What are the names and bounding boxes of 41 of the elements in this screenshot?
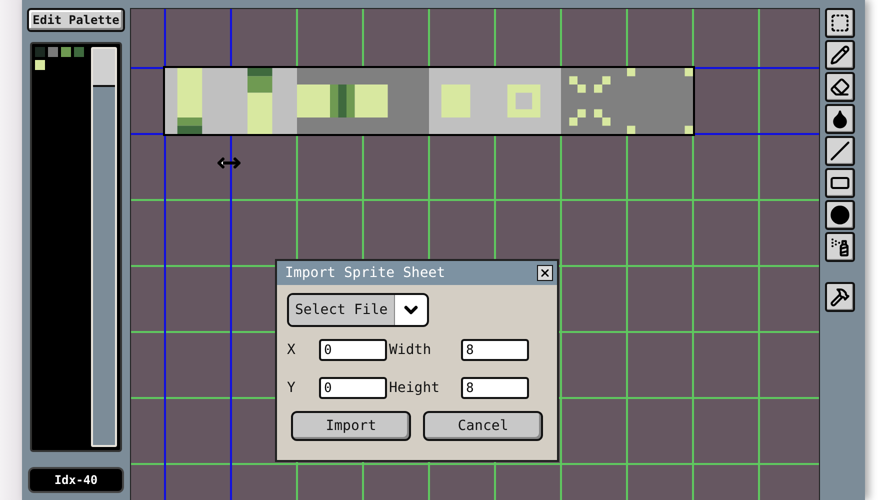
number-field[interactable]: 8 — [461, 339, 529, 361]
field-label: X — [287, 342, 296, 358]
number-field[interactable]: 8 — [461, 377, 529, 399]
eraser-icon — [830, 77, 850, 97]
color-swatch[interactable] — [35, 60, 45, 70]
canvas[interactable]: Import Sprite Sheet Select File X 0 Width 8 Y 0 Height 8 Import Cancel — [130, 8, 820, 500]
tool-button[interactable] — [825, 168, 855, 198]
edit-palette-button[interactable]: Edit Palette — [26, 8, 126, 32]
tool-button[interactable] — [825, 136, 855, 166]
color-swatch[interactable] — [61, 47, 71, 57]
tool-button[interactable] — [825, 8, 855, 38]
color-swatch[interactable] — [48, 47, 58, 57]
blob-icon — [830, 205, 850, 225]
tool-button[interactable] — [825, 72, 855, 102]
dialog-title: Import Sprite Sheet — [285, 265, 446, 281]
dialog-button[interactable]: Import — [291, 411, 411, 441]
color-swatch[interactable] — [74, 47, 84, 57]
color-index-label: Idx-40 — [28, 467, 124, 493]
tool-button[interactable] — [825, 232, 855, 262]
select-icon — [830, 13, 850, 33]
dialog-button[interactable]: Cancel — [423, 411, 543, 441]
ink-drop-icon — [830, 109, 850, 129]
close-icon — [539, 267, 551, 279]
color-swatch[interactable] — [35, 47, 45, 57]
tool-button[interactable] — [825, 200, 855, 230]
number-field[interactable]: 0 — [319, 377, 387, 399]
line-icon — [830, 141, 850, 161]
scroll-thumb[interactable] — [93, 49, 115, 87]
field-label: Width — [389, 342, 432, 358]
field-label: Height — [389, 380, 441, 396]
field-label: Y — [287, 380, 296, 396]
tool-button[interactable] — [825, 282, 855, 312]
spray-icon — [830, 237, 850, 257]
close-button[interactable] — [537, 265, 553, 281]
scrollbar[interactable] — [91, 47, 117, 447]
pencil-icon — [830, 45, 850, 65]
number-field[interactable]: 0 — [319, 339, 387, 361]
tool-button[interactable] — [825, 104, 855, 134]
file-select-dropdown[interactable]: Select File — [287, 293, 429, 327]
tool-button[interactable] — [825, 40, 855, 70]
hammer-icon — [830, 287, 850, 307]
